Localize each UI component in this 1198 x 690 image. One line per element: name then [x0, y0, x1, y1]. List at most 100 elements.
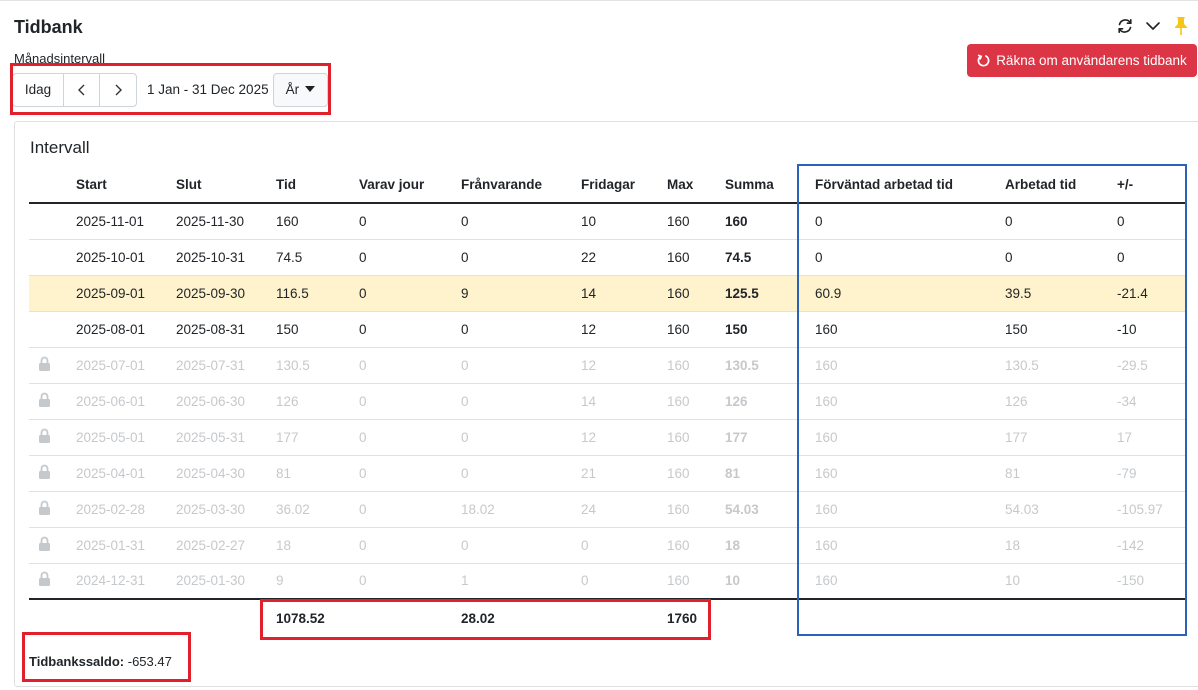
cell-tid: 116.5: [276, 275, 359, 312]
chevron-left-icon: [77, 84, 84, 95]
cell-start: 2024-12-31: [76, 563, 176, 600]
table-row: 2025-06-01 2025-06-30 126 0 0 14 160 126 160 126-…: [29, 383, 1187, 420]
cell-tid: 160: [276, 203, 359, 240]
cell-forvantad: 0: [807, 203, 1005, 240]
header-tid[interactable]: Tid: [276, 166, 359, 204]
cell-franvarande: 0: [461, 203, 581, 240]
rotate-icon: [977, 54, 990, 67]
cell-tid: 177: [276, 419, 359, 456]
cell-franvarande: 0: [461, 311, 581, 348]
cell-varav-jour: 0: [359, 527, 461, 564]
cell-slut: 2025-11-30: [176, 203, 276, 240]
balance-label: Tidbankssaldo:: [29, 654, 125, 669]
table-row: 2024-12-31 2025-01-30 9 0 1 0 160 10 160 10 -150: [29, 563, 1187, 600]
header-start[interactable]: Start: [76, 166, 176, 204]
total-tid: 1078.52: [276, 598, 359, 636]
cell-franvarande: 0: [461, 419, 581, 456]
header-fridagar[interactable]: Fridagar: [581, 166, 667, 204]
table-row: 2025-11-01 2025-11-30 160 0 0 10 160 160 0 0 0: [29, 203, 1187, 240]
cell-arbetad-tid: 130.5: [1005, 347, 1117, 384]
cell-max: 160: [667, 455, 725, 492]
cell-summa: 130.5: [725, 347, 807, 384]
cell-slut: 2025-04-30: [176, 455, 276, 492]
cell-max: 160: [667, 311, 725, 348]
table-row: 2025-04-01 2025-04-30 81 0 0 21 160 81 160 81 -79: [29, 455, 1187, 492]
cell-arbetad-tid: 10: [1005, 563, 1117, 600]
today-button[interactable]: Idag: [13, 73, 64, 106]
cell-arbetad-tid: 126: [1005, 383, 1117, 420]
header-lock: [29, 166, 76, 204]
timebank-balance: Tidbankssaldo: -653.47: [29, 654, 172, 669]
previous-button[interactable]: [64, 73, 100, 106]
cell-tid: 150: [276, 311, 359, 348]
refresh-icon[interactable]: [1114, 15, 1136, 37]
table-row: 2025-05-01 2025-05-31 177 0 0 12 160 177 160 177 1…: [29, 419, 1187, 456]
cell-summa: 126: [725, 383, 807, 420]
cell-tid: 36.02: [276, 491, 359, 528]
cell-arbetad-tid: 0: [1005, 203, 1117, 240]
cell-varav-jour: 0: [359, 347, 461, 384]
cell-diff: 0: [1117, 203, 1187, 240]
header-varav-jour[interactable]: Varav jour: [359, 166, 461, 204]
next-button[interactable]: [100, 74, 136, 106]
cell-max: 160: [667, 203, 725, 240]
cell-fridagar: 21: [581, 455, 667, 492]
cell-max: 160: [667, 419, 725, 456]
cell-varav-jour: 0: [359, 491, 461, 528]
cell-max: 160: [667, 383, 725, 420]
cell-arbetad-tid: 0: [1005, 239, 1117, 276]
chevron-down-icon[interactable]: [1142, 15, 1164, 37]
table-row: 2025-01-31 2025-02-27 18 0 0 0 160 18 160 18 -142: [29, 527, 1187, 564]
cell-fridagar: 12: [581, 419, 667, 456]
date-navigation: Idag 1 Jan - 31 Dec 2025 År: [12, 72, 329, 107]
pin-icon[interactable]: [1170, 15, 1192, 37]
cell-slut: 2025-07-31: [176, 347, 276, 384]
cell-diff: -10: [1117, 311, 1187, 348]
cell-diff: 0: [1117, 239, 1187, 276]
header-diff[interactable]: +/-: [1117, 166, 1187, 204]
header-arbetad-tid[interactable]: Arbetad tid: [1005, 166, 1117, 204]
cell-summa: 160: [725, 203, 807, 240]
cell-arbetad-tid: 177: [1005, 419, 1117, 456]
period-select[interactable]: År: [272, 72, 329, 107]
cell-tid: 9: [276, 563, 359, 600]
cell-franvarande: 0: [461, 455, 581, 492]
cell-franvarande: 18.02: [461, 491, 581, 528]
cell-varav-jour: 0: [359, 275, 461, 312]
lock-icon: [38, 536, 51, 555]
cell-fridagar: 12: [581, 347, 667, 384]
cell-summa: 54.03: [725, 491, 807, 528]
table-row: 2025-02-28 2025-03-30 36.02 0 18.02 24 160 54.0…: [29, 491, 1187, 528]
header-forvantad[interactable]: Förväntad arbetad tid: [807, 166, 1005, 204]
cell-franvarande: 0: [461, 527, 581, 564]
header-max[interactable]: Max: [667, 166, 725, 204]
period-select-label: År: [285, 82, 300, 97]
cell-fridagar: 10: [581, 203, 667, 240]
cell-varav-jour: 0: [359, 419, 461, 456]
table-row: 2025-07-01 2025-07-31 130.5 0 0 12 160 130.5 160…: [29, 347, 1187, 384]
cell-max: 160: [667, 491, 725, 528]
cell-diff: -142: [1117, 527, 1187, 564]
header-slut[interactable]: Slut: [176, 166, 276, 204]
date-range-text: 1 Jan - 31 Dec 2025: [147, 82, 269, 97]
header-summa[interactable]: Summa: [725, 166, 807, 204]
header-franvarande[interactable]: Frånvarande: [461, 166, 581, 204]
cell-fridagar: 14: [581, 275, 667, 312]
lock-icon: [38, 356, 51, 375]
cell-varav-jour: 0: [359, 563, 461, 600]
card-title: Intervall: [30, 138, 90, 157]
recalc-timebank-button[interactable]: Räkna om användarens tidbank: [967, 44, 1197, 77]
total-franvarande: 28.02: [461, 598, 581, 636]
lock-icon: [38, 392, 51, 411]
cell-franvarande: 1: [461, 563, 581, 600]
table-header-row: Start Slut Tid Varav jour Frånvarande Fr…: [29, 166, 1187, 204]
cell-forvantad: 0: [807, 239, 1005, 276]
cell-max: 160: [667, 239, 725, 276]
cell-varav-jour: 0: [359, 203, 461, 240]
lock-icon: [38, 571, 51, 590]
cell-summa: 74.5: [725, 239, 807, 276]
cell-diff: -29.5: [1117, 347, 1187, 384]
cell-start: 2025-06-01: [76, 383, 176, 420]
cell-diff: -21.4: [1117, 275, 1187, 312]
page-title: Tidbank: [14, 17, 83, 37]
